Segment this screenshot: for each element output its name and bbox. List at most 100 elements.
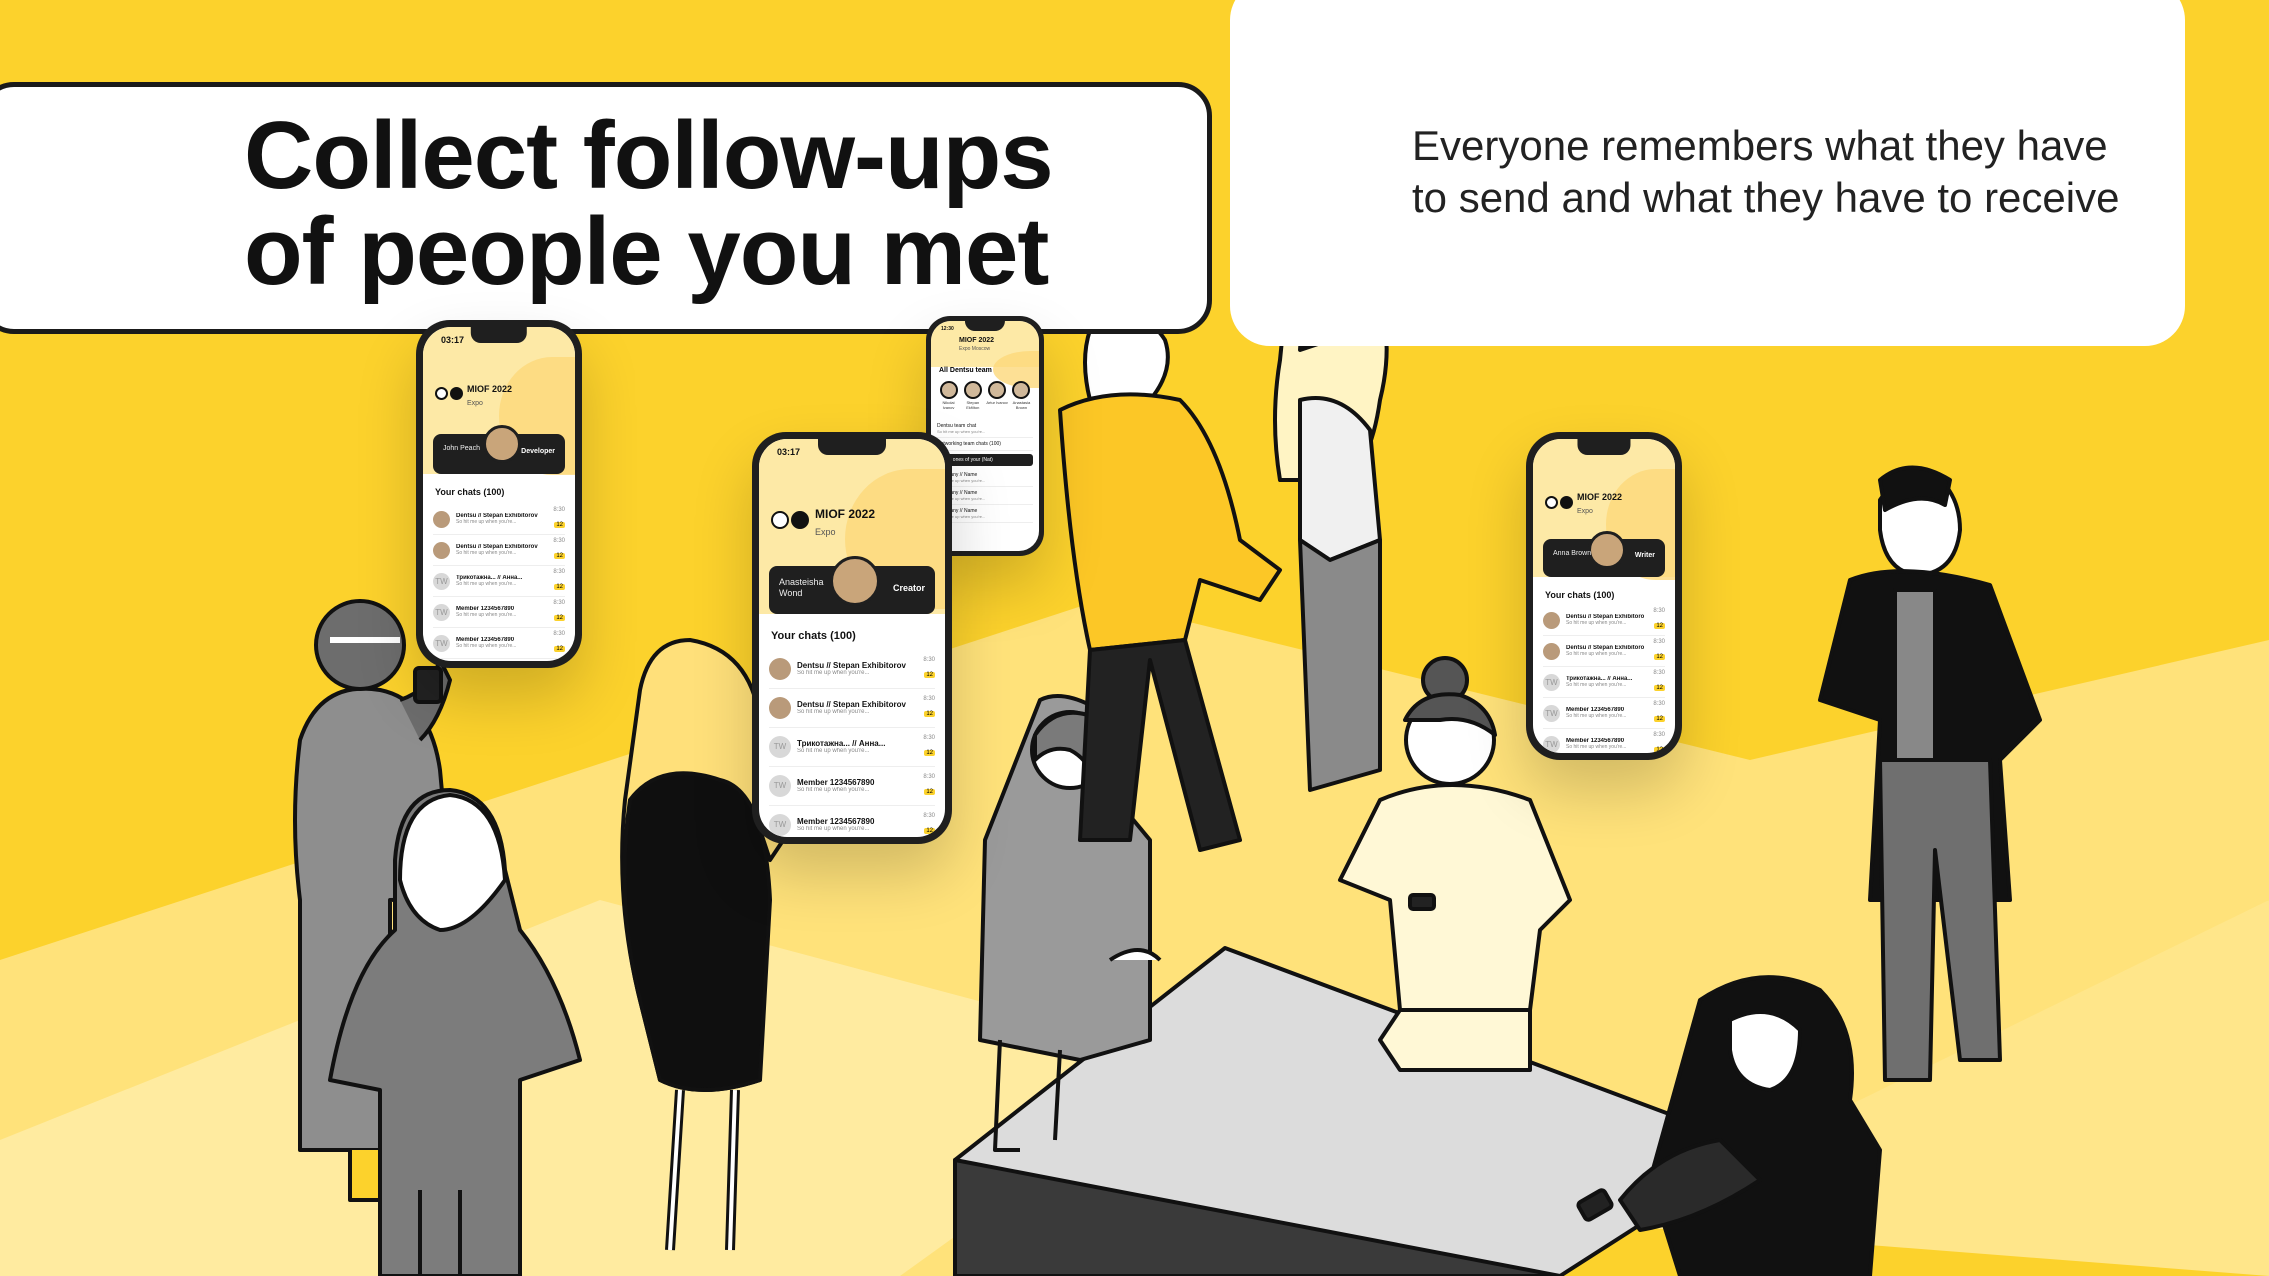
- chat-row[interactable]: TW Member 1234567890 So hit me up when you…: [1543, 729, 1665, 753]
- event-name: MIOF 2022: [959, 337, 995, 345]
- unread-badge: 12: [1654, 685, 1665, 692]
- phone-screen: 03:17 MIOF 2022 Expo John Peach Develope…: [423, 327, 575, 661]
- chat-row[interactable]: TW Трикотажна... // Анна... So hit me up w…: [769, 728, 935, 767]
- chat-row[interactable]: Dentsu // Stepan Exhibitorov So hit me up…: [1543, 636, 1665, 668]
- title-line-2: of people you met: [244, 198, 1049, 305]
- chat-time: 8:30: [923, 656, 935, 663]
- title-line-1: Collect follow-ups: [244, 102, 1054, 209]
- chat-row[interactable]: TW Member 1234567890 So hit me up when you…: [433, 597, 565, 629]
- unread-badge: 12: [554, 553, 565, 560]
- chat-meta: 8:30 12: [1649, 732, 1665, 753]
- avatar: [939, 380, 958, 399]
- team-member[interactable]: Nikolai Ivanov: [937, 380, 960, 410]
- phone-notch: [1577, 439, 1631, 455]
- profile-name: Anna Brown: [1553, 549, 1592, 557]
- chat-title: Dentsu team chat: [937, 422, 977, 429]
- unread-badge: 12: [924, 788, 935, 795]
- chat-row[interactable]: TW Трикотажна... // Анна... So hit me up w…: [433, 566, 565, 598]
- chat-list: Dentsu // Stepan Exhibitorov So hit me up…: [1543, 605, 1665, 753]
- phone-screen: MIOF 2022 Expo Anna Brown Writer Your ch…: [1533, 439, 1675, 753]
- profile-card[interactable]: Anasteisha Wond Creator: [769, 555, 935, 615]
- chat-row[interactable]: TW Member 1234567890 So hit me up when you…: [769, 767, 935, 806]
- chat-row[interactable]: Dentsu // Stepan Exhibitorov So hit me up…: [1543, 605, 1665, 637]
- list-item: Networking team chats (100): [937, 438, 1033, 451]
- profile-card[interactable]: Anna Brown Writer: [1543, 531, 1665, 578]
- chat-meta: 8:30 12: [549, 631, 565, 655]
- chat-time: 8:30: [553, 600, 565, 607]
- team-member-name: Anastasia Brown: [1012, 399, 1031, 410]
- chat-preview: So hit me up when you're...: [1566, 651, 1627, 658]
- chat-row[interactable]: TW Member 1234567890 So hit me up when you…: [1543, 698, 1665, 730]
- avatar: [963, 380, 982, 399]
- chat-body: Member 1234567890 So hit me up when you'r…: [797, 778, 913, 793]
- chat-preview: So hit me up when you're...: [456, 550, 517, 557]
- chat-row[interactable]: Dentsu // Stepan Exhibitorov So hit me up…: [769, 689, 935, 728]
- avatar: TW: [1543, 673, 1560, 691]
- chat-row[interactable]: TW Трикотажна... // Анна... So hit me up w…: [1543, 667, 1665, 699]
- unread-badge: 12: [554, 522, 565, 529]
- avatar: TW: [769, 774, 791, 797]
- phone-main: 03:17 MIOF 2022 Expo Anasteisha Wond Cre…: [752, 432, 952, 844]
- chat-time: 8:30: [1653, 732, 1665, 739]
- chat-time: 8:30: [553, 569, 565, 576]
- chat-preview: So hit me up when you're...: [1566, 620, 1627, 627]
- chat-row[interactable]: Dentsu // Stepan Exhibitorov So hit me up…: [769, 650, 935, 689]
- chat-preview: So hit me up when you're...: [797, 748, 870, 755]
- chat-time: 8:30: [923, 812, 935, 819]
- chat-preview: So hit me up when you're...: [797, 787, 870, 794]
- chat-title: Трикотажна... // Анна...: [797, 739, 886, 749]
- profile-name: Anasteisha Wond: [779, 576, 824, 598]
- chat-body: Member 1234567890 So hit me up when you'r…: [1566, 707, 1643, 719]
- avatar: [769, 696, 791, 719]
- avatar: TW: [433, 603, 450, 621]
- chat-row[interactable]: TW Member 1234567890 So hit me up when you…: [433, 628, 565, 660]
- event-name: MIOF 2022: [1577, 492, 1623, 503]
- chat-body: Member 1234567890 So hit me up when you'r…: [797, 817, 913, 832]
- team-member[interactable]: Artur Ivanov: [986, 380, 1009, 410]
- event-name: MIOF 2022: [467, 383, 513, 394]
- event-logo: [1545, 495, 1573, 509]
- avatar: [1543, 642, 1560, 660]
- unread-badge: 12: [924, 749, 935, 756]
- chat-list: Dentsu // Stepan Exhibitorov So hit me up…: [769, 650, 935, 837]
- avatar: TW: [1543, 704, 1560, 722]
- chat-body: Dentsu // Stepan Exhibitorov So hit me up…: [797, 661, 913, 676]
- profile-card[interactable]: John Peach Developer: [433, 425, 565, 474]
- event-logo: [771, 510, 809, 529]
- event-subtitle: Expo: [815, 526, 836, 537]
- chat-time: 8:30: [1653, 701, 1665, 708]
- chat-body: Member 1234567890 So hit me up when you'r…: [456, 606, 543, 618]
- chat-time: 8:30: [1653, 639, 1665, 646]
- chat-time: 8:30: [1653, 670, 1665, 677]
- chat-row[interactable]: Dentsu // Stepan Exhibitorov So hit me up…: [433, 504, 565, 536]
- chat-time: 8:30: [553, 538, 565, 545]
- chat-meta: 8:30 12: [549, 600, 565, 624]
- team-heading: All Dentsu team: [939, 367, 992, 374]
- unread-badge: 12: [554, 646, 565, 653]
- chat-time: 8:30: [923, 773, 935, 780]
- chat-preview: So hit me up when you're...: [456, 581, 517, 588]
- chat-meta: 8:30 12: [919, 774, 935, 798]
- unread-badge: 12: [924, 827, 935, 834]
- chat-meta: 8:30 12: [919, 735, 935, 759]
- chat-meta: 8:30 12: [919, 696, 935, 720]
- chat-body: Member 1234567890 So hit me up when you'r…: [1566, 738, 1643, 750]
- chat-row[interactable]: Dentsu // Stepan Exhibitorov So hit me up…: [433, 535, 565, 567]
- chat-time: 8:30: [923, 734, 935, 741]
- team-member[interactable]: Stepan Ekfilton: [961, 380, 984, 410]
- avatar: TW: [769, 813, 791, 836]
- chat-row[interactable]: TW Member 1234567890 So hit me up when you…: [769, 806, 935, 837]
- chat-preview: So hit me up when you're...: [797, 709, 870, 716]
- unread-badge: 12: [924, 671, 935, 678]
- team-member[interactable]: Anastasia Brown: [1010, 380, 1033, 410]
- unread-badge: 12: [924, 710, 935, 717]
- chat-time: 8:30: [553, 631, 565, 638]
- chat-meta: 8:30 12: [549, 569, 565, 593]
- avatar: TW: [1543, 735, 1560, 753]
- chat-body: Трикотажна... // Анна... So hit me up whe…: [456, 575, 543, 587]
- chat-body: Member 1234567890 So hit me up when you'r…: [456, 637, 543, 649]
- list-item[interactable]: Dentsu team chat So hit me up when you're…: [937, 420, 1033, 438]
- chat-preview: So hit me up when you're...: [456, 612, 517, 619]
- subtitle-text: Everyone remembers what they have to sen…: [1412, 122, 2120, 221]
- chat-meta: 8:30 12: [1649, 701, 1665, 725]
